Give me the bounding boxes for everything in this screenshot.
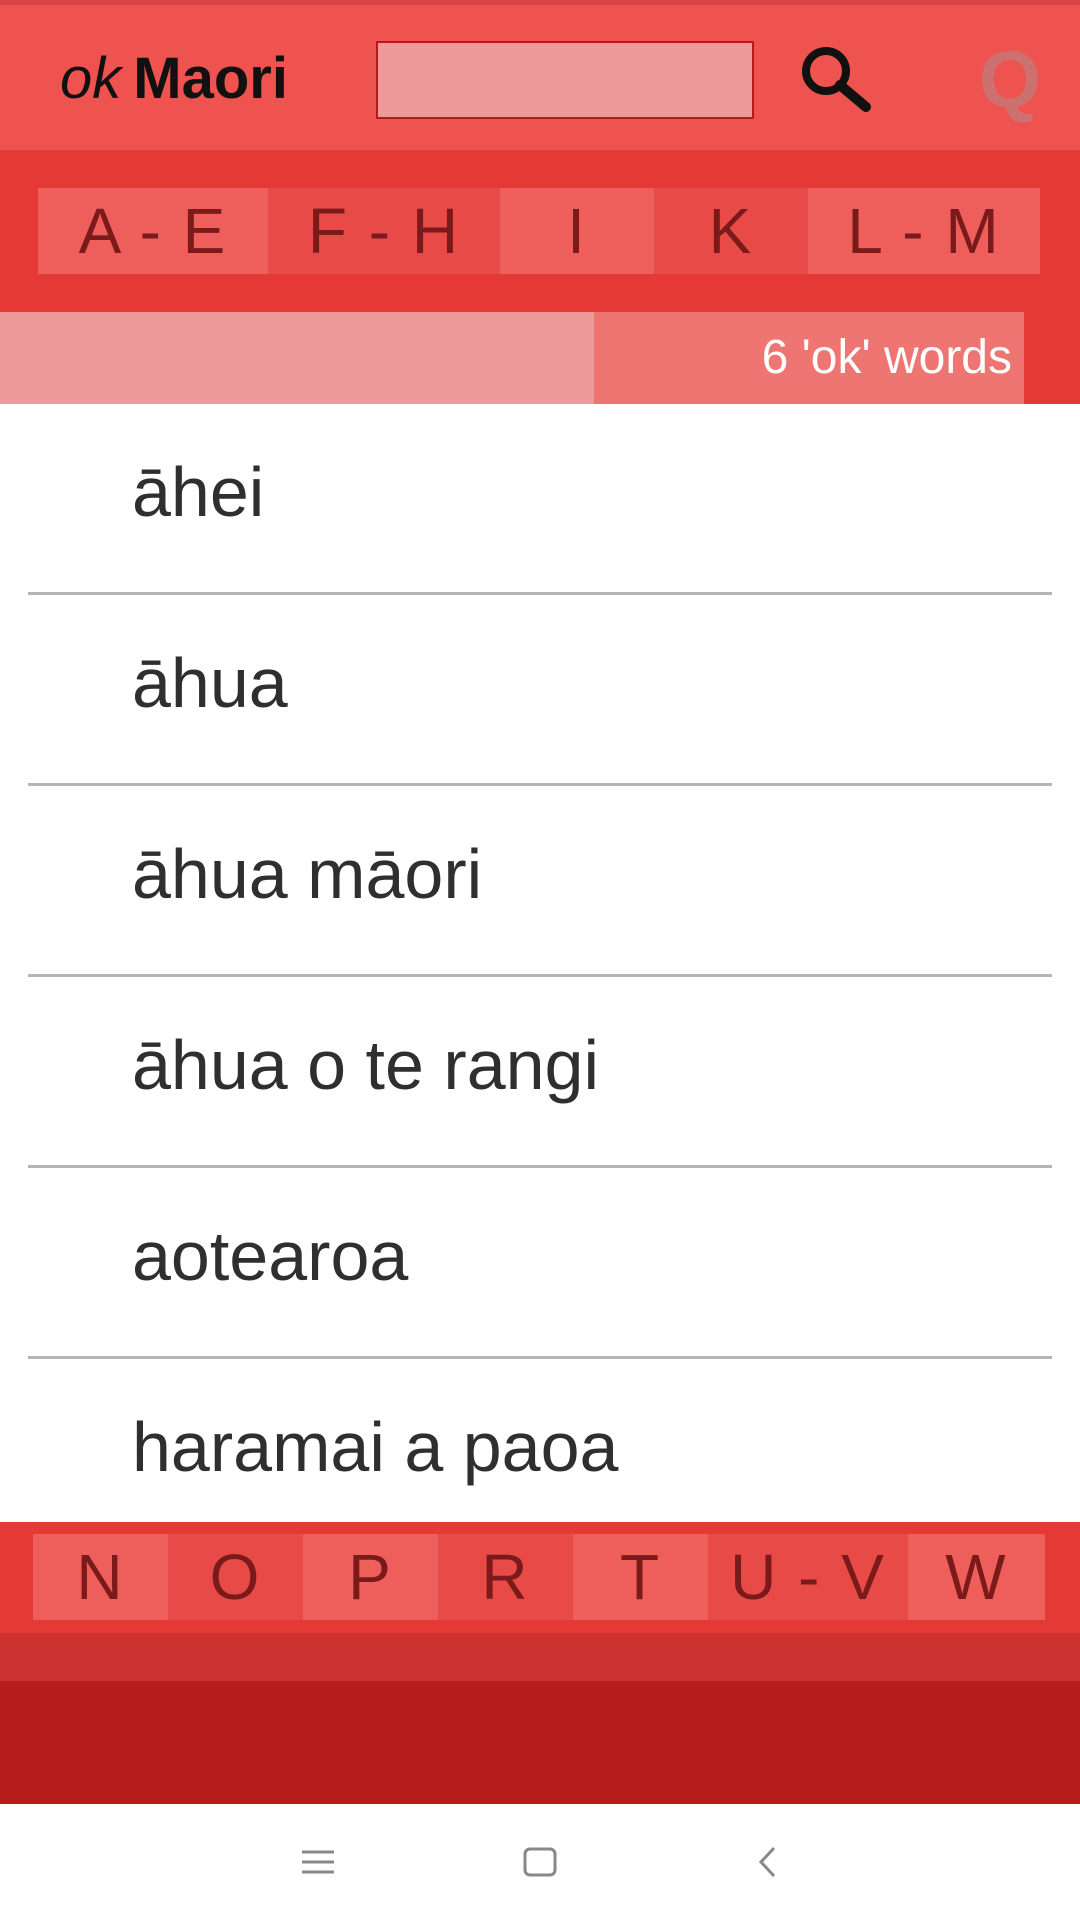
letter-tab-a-e[interactable]: A - E (38, 188, 268, 274)
letter-tab-w[interactable]: W (908, 1534, 1045, 1620)
app-logo[interactable]: ok Maori (60, 45, 288, 112)
word-text: haramai a paoa (132, 1408, 619, 1486)
word-text: āhua (132, 644, 288, 722)
letter-tab-u-v[interactable]: U - V (708, 1534, 908, 1620)
alphabet-bar-top: A - E F - H I K L - M (0, 150, 1080, 312)
word-count-label: 6 'ok' words (594, 312, 1024, 404)
word-text: āhua māori (132, 835, 483, 913)
logo-maori-text: Maori (133, 46, 288, 111)
quiz-q-button[interactable]: Q (960, 33, 1060, 127)
search-input[interactable] (376, 41, 754, 119)
system-nav-bar (0, 1804, 1080, 1920)
footer-dark-area (0, 1681, 1080, 1804)
count-bar-end-strip (1024, 312, 1080, 404)
letter-tab-r[interactable]: R (438, 1534, 573, 1620)
alphabet-bar-bottom: N O P R T U - V W (0, 1522, 1080, 1633)
word-list[interactable]: āhei āhua āhua māori āhua o te rangi aot… (0, 404, 1080, 1522)
footer-band (0, 1633, 1080, 1681)
word-text: āhei (132, 453, 265, 531)
alphabet-row-bottom: N O P R T U - V W (33, 1534, 1045, 1620)
alphabet-row-top: A - E F - H I K L - M (38, 188, 1040, 274)
home-square-icon (523, 1847, 557, 1877)
nav-home-button[interactable] (500, 1832, 580, 1892)
word-text: āhua o te rangi (132, 1026, 600, 1104)
letter-tab-i[interactable]: I (500, 188, 654, 274)
nav-back-button[interactable] (728, 1832, 808, 1892)
letter-tab-f-h[interactable]: F - H (268, 188, 500, 274)
letter-tab-l-m[interactable]: L - M (808, 188, 1040, 274)
letter-tab-o[interactable]: O (168, 1534, 303, 1620)
logo-ok-text: ok (60, 46, 122, 111)
word-list-item[interactable]: āhei (28, 404, 1052, 595)
search-icon (802, 47, 871, 112)
letter-tab-t[interactable]: T (573, 1534, 708, 1620)
menu-icon (302, 1850, 334, 1874)
app-header: ok Maori Q (0, 0, 1080, 150)
back-chevron-icon (758, 1846, 776, 1878)
letter-tab-p[interactable]: P (303, 1534, 438, 1620)
letter-tab-n[interactable]: N (33, 1534, 168, 1620)
nav-menu-button[interactable] (278, 1832, 358, 1892)
word-list-item[interactable]: haramai a paoa (28, 1359, 1052, 1522)
word-list-item[interactable]: aotearoa (28, 1168, 1052, 1359)
letter-tab-k[interactable]: K (654, 188, 808, 274)
word-text: aotearoa (132, 1217, 409, 1295)
word-list-item[interactable]: āhua (28, 595, 1052, 786)
word-list-item[interactable]: āhua māori (28, 786, 1052, 977)
word-count-bar: 6 'ok' words (0, 312, 1080, 404)
search-button[interactable] (796, 43, 876, 115)
word-list-item[interactable]: āhua o te rangi (28, 977, 1052, 1168)
